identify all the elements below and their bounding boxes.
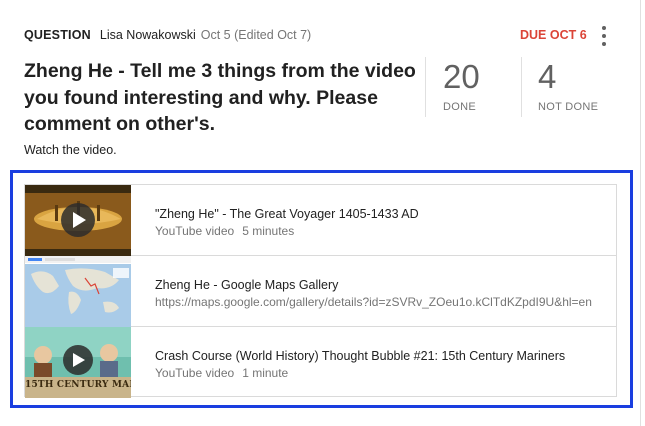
due-date: DUE OCT 6 bbox=[520, 28, 587, 42]
done-label: DONE bbox=[443, 101, 476, 113]
stats-divider bbox=[521, 57, 522, 117]
question-title: Zheng He - Tell me 3 things from the vid… bbox=[24, 60, 416, 135]
done-count: 20 bbox=[443, 58, 480, 95]
not-done-count: 4 bbox=[538, 58, 557, 95]
question-description: Watch the video. bbox=[24, 143, 117, 157]
more-options-icon[interactable] bbox=[598, 26, 610, 46]
done-stat[interactable]: 20 DONE bbox=[443, 58, 480, 113]
not-done-label: NOT DONE bbox=[538, 101, 599, 113]
not-done-stat[interactable]: 4 NOT DONE bbox=[538, 58, 598, 113]
highlight-box bbox=[10, 170, 633, 408]
author-name[interactable]: Lisa Nowakowski bbox=[100, 28, 196, 42]
question-card: QUESTION Lisa Nowakowski Oct 5 (Edited O… bbox=[0, 0, 641, 426]
post-date: Oct 5 (Edited Oct 7) bbox=[200, 28, 312, 42]
post-type-label: QUESTION bbox=[24, 28, 91, 42]
stats-divider bbox=[425, 57, 426, 117]
post-meta: QUESTION Lisa Nowakowski Oct 5 (Edited O… bbox=[24, 28, 311, 42]
